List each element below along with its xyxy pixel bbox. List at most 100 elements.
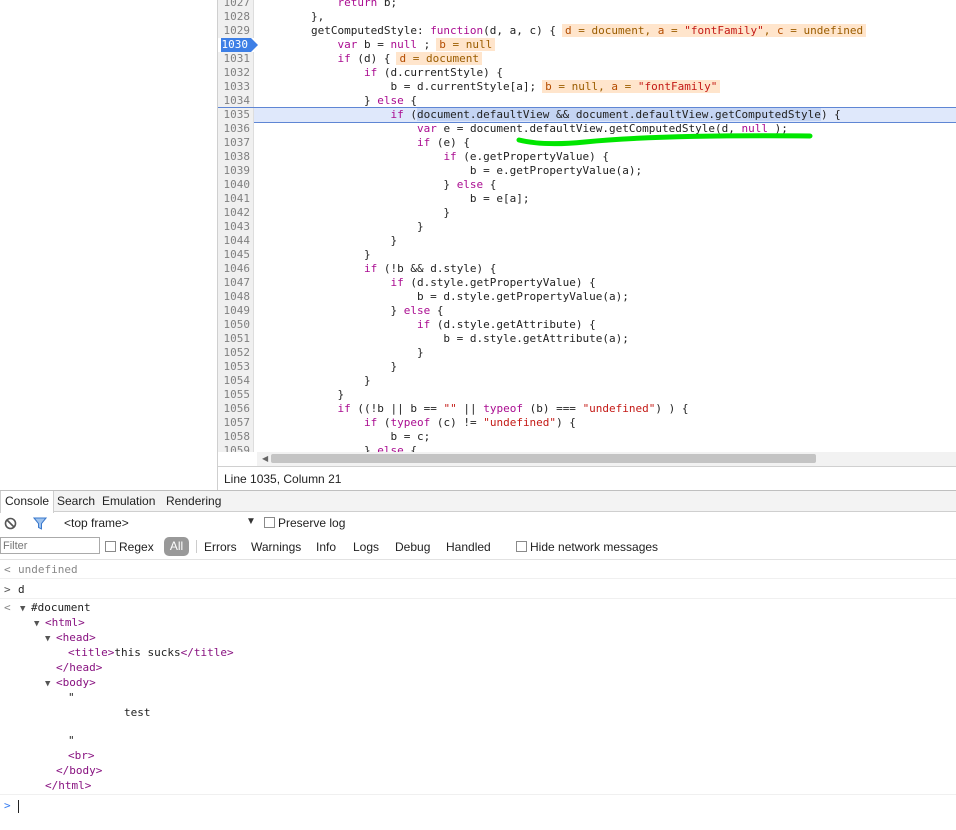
horizontal-scrollbar-thumb[interactable] bbox=[271, 454, 816, 463]
filter-debug[interactable]: Debug bbox=[395, 540, 430, 554]
line-number[interactable]: 1046 bbox=[218, 262, 254, 276]
code-line[interactable]: 1044 } bbox=[218, 234, 956, 248]
tab-search[interactable]: Search bbox=[53, 491, 99, 512]
line-number[interactable]: 1051 bbox=[218, 332, 254, 346]
line-number[interactable]: 1030 bbox=[218, 38, 258, 52]
expand-triangle-icon[interactable]: ▼ bbox=[20, 602, 25, 616]
frame-selector[interactable]: <top frame> bbox=[64, 516, 129, 530]
code-line[interactable]: 1028 }, bbox=[218, 10, 956, 24]
filter-info[interactable]: Info bbox=[316, 540, 336, 554]
hide-network-checkbox[interactable]: Hide network messages bbox=[516, 540, 658, 554]
code-editor[interactable]: 1027 return b; 1028 }, 1029 getComputedSty… bbox=[218, 0, 956, 452]
line-number[interactable]: 1043 bbox=[218, 220, 254, 234]
code-line[interactable]: 1041 b = e[a]; bbox=[218, 192, 956, 206]
code-line[interactable]: 1049 } else { bbox=[218, 304, 956, 318]
code-line[interactable]: 1047 if (d.style.getPropertyValue) { bbox=[218, 276, 956, 290]
dom-document-node[interactable]: #document bbox=[31, 601, 91, 615]
code-line[interactable]: 1048 b = d.style.getPropertyValue(a); bbox=[218, 290, 956, 304]
code-line[interactable]: 1038 if (e.getPropertyValue) { bbox=[218, 150, 956, 164]
line-number[interactable]: 1029 bbox=[218, 24, 254, 38]
code-line[interactable]: 1046 if (!b && d.style) { bbox=[218, 262, 956, 276]
frame-dropdown-icon[interactable]: ▼ bbox=[246, 516, 256, 527]
regex-checkbox[interactable]: Regex bbox=[105, 540, 154, 554]
line-number[interactable]: 1059 bbox=[218, 444, 254, 452]
dom-head-open[interactable]: <head> bbox=[56, 631, 96, 645]
code-line[interactable]: 1042 } bbox=[218, 206, 956, 220]
clear-console-icon[interactable] bbox=[4, 517, 17, 530]
line-number[interactable]: 1027 bbox=[218, 0, 254, 10]
code-line[interactable]: 1032 if (d.currentStyle) { bbox=[218, 66, 956, 80]
dom-html-open[interactable]: <html> bbox=[45, 616, 85, 630]
line-number[interactable]: 1041 bbox=[218, 192, 254, 206]
code-line[interactable]: 1040 } else { bbox=[218, 178, 956, 192]
code-line[interactable]: 1027 return b; bbox=[218, 0, 956, 10]
code-line[interactable]: 1030 var b = null ; b = null bbox=[218, 38, 956, 52]
code-line[interactable]: 1035 if (document.defaultView && documen… bbox=[218, 107, 956, 123]
line-number[interactable]: 1034 bbox=[218, 94, 254, 108]
code-line[interactable]: 1033 b = d.currentStyle[a]; b = null, a =… bbox=[218, 80, 956, 94]
code-line[interactable]: 1050 if (d.style.getAttribute) { bbox=[218, 318, 956, 332]
code-line[interactable]: 1034 } else { bbox=[218, 94, 956, 108]
line-number[interactable]: 1052 bbox=[218, 346, 254, 360]
code-line[interactable]: 1029 getComputedStyle: function(d, a, c)… bbox=[218, 24, 956, 38]
expand-triangle-icon[interactable]: ▼ bbox=[45, 632, 50, 646]
filter-input[interactable] bbox=[0, 537, 100, 554]
line-number[interactable]: 1056 bbox=[218, 402, 254, 416]
tab-rendering[interactable]: Rendering bbox=[162, 491, 225, 512]
dom-text-node[interactable]: test bbox=[124, 706, 151, 720]
code-line[interactable]: 1058 b = c; bbox=[218, 430, 956, 444]
line-number[interactable]: 1044 bbox=[218, 234, 254, 248]
expand-triangle-icon[interactable]: ▼ bbox=[45, 677, 50, 691]
line-number[interactable]: 1031 bbox=[218, 52, 254, 66]
expand-triangle-icon[interactable]: ▼ bbox=[34, 617, 39, 631]
filter-funnel-icon[interactable] bbox=[33, 517, 47, 530]
filter-warnings[interactable]: Warnings bbox=[251, 540, 301, 554]
dom-body-close[interactable]: </body> bbox=[56, 764, 102, 778]
line-number[interactable]: 1038 bbox=[218, 150, 254, 164]
dom-head-close[interactable]: </head> bbox=[56, 661, 102, 675]
code-line[interactable]: 1051 b = d.style.getAttribute(a); bbox=[218, 332, 956, 346]
code-line[interactable]: 1043 } bbox=[218, 220, 956, 234]
line-number[interactable]: 1039 bbox=[218, 164, 254, 178]
line-number[interactable]: 1047 bbox=[218, 276, 254, 290]
filter-logs[interactable]: Logs bbox=[353, 540, 379, 554]
code-line[interactable]: 1059 } else { bbox=[218, 444, 956, 452]
line-number[interactable]: 1049 bbox=[218, 304, 254, 318]
filter-all-button[interactable]: All bbox=[164, 537, 189, 556]
line-number[interactable]: 1028 bbox=[218, 10, 254, 24]
scroll-left-arrow-icon[interactable]: ◀ bbox=[262, 454, 268, 463]
code-line[interactable]: 1045 } bbox=[218, 248, 956, 262]
code-line[interactable]: 1055 } bbox=[218, 388, 956, 402]
code-line[interactable]: 1056 if ((!b || b == "" || typeof (b) ==… bbox=[218, 402, 956, 416]
breakpoint-marker-icon[interactable]: 1030 bbox=[221, 38, 258, 52]
line-number[interactable]: 1036 bbox=[218, 122, 254, 136]
dom-body-open[interactable]: <body> bbox=[56, 676, 96, 690]
tab-emulation[interactable]: Emulation bbox=[98, 491, 159, 512]
console-input-caret[interactable] bbox=[18, 800, 19, 813]
code-line[interactable]: 1054 } bbox=[218, 374, 956, 388]
line-number[interactable]: 1035 bbox=[218, 108, 254, 122]
code-line[interactable]: 1039 b = e.getPropertyValue(a); bbox=[218, 164, 956, 178]
line-number[interactable]: 1057 bbox=[218, 416, 254, 430]
code-line[interactable]: 1052 } bbox=[218, 346, 956, 360]
filter-handled[interactable]: Handled bbox=[446, 540, 491, 554]
line-number[interactable]: 1054 bbox=[218, 374, 254, 388]
line-number[interactable]: 1045 bbox=[218, 248, 254, 262]
line-number[interactable]: 1055 bbox=[218, 388, 254, 402]
line-number[interactable]: 1042 bbox=[218, 206, 254, 220]
line-number[interactable]: 1033 bbox=[218, 80, 254, 94]
line-number[interactable]: 1050 bbox=[218, 318, 254, 332]
line-number[interactable]: 1058 bbox=[218, 430, 254, 444]
console-output[interactable]: < undefined > d < ▼ #document ▼ <html> ▼… bbox=[0, 560, 956, 830]
preserve-log-checkbox[interactable]: Preserve log bbox=[264, 516, 345, 530]
code-line[interactable]: 1053 } bbox=[218, 360, 956, 374]
line-number[interactable]: 1053 bbox=[218, 360, 254, 374]
line-number[interactable]: 1040 bbox=[218, 178, 254, 192]
code-line[interactable]: 1031 if (d) {d = document bbox=[218, 52, 956, 66]
filter-errors[interactable]: Errors bbox=[204, 540, 237, 554]
line-number[interactable]: 1037 bbox=[218, 136, 254, 150]
line-number[interactable]: 1048 bbox=[218, 290, 254, 304]
dom-html-close[interactable]: </html> bbox=[45, 779, 91, 793]
dom-br[interactable]: <br> bbox=[68, 749, 95, 763]
code-line[interactable]: 1057 if (typeof (c) != "undefined") { bbox=[218, 416, 956, 430]
